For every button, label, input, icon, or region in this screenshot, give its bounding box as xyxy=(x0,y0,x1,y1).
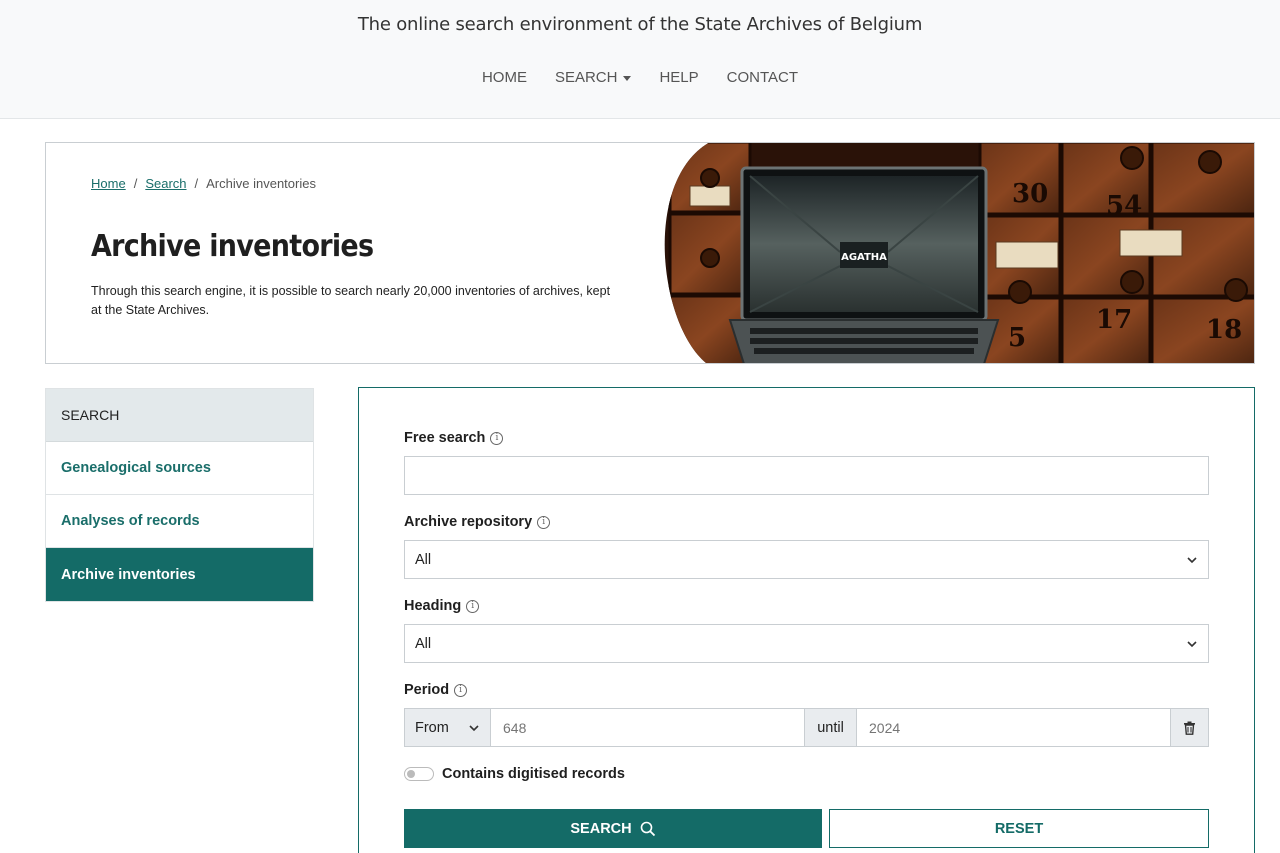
period-until-label: until xyxy=(804,709,857,746)
breadcrumb-search[interactable]: Search xyxy=(145,176,186,191)
svg-text:5: 5 xyxy=(1008,323,1026,353)
page-description: Through this search engine, it is possib… xyxy=(91,284,611,317)
hero-archive-image: 30 54 17 18 5 AGATHA xyxy=(664,143,1254,363)
breadcrumb: Home / Search / Archive inventories xyxy=(91,176,316,191)
free-search-label: Free search xyxy=(404,430,486,446)
site-title: The online search environment of the Sta… xyxy=(357,14,923,35)
nav-search-label: SEARCH xyxy=(554,69,618,86)
breadcrumb-separator: / xyxy=(194,176,199,191)
digitised-toggle-switch[interactable] xyxy=(404,767,434,781)
svg-text:30: 30 xyxy=(1012,179,1048,209)
caret-down-icon xyxy=(623,75,632,81)
search-icon xyxy=(640,821,655,836)
sidebar-item-genealogical-sources[interactable]: Genealogical sources xyxy=(46,442,313,495)
trash-icon xyxy=(1184,721,1195,735)
svg-text:54: 54 xyxy=(1106,191,1142,221)
repository-select[interactable]: All xyxy=(404,540,1209,579)
heading-label: Heading xyxy=(404,598,462,614)
nav-search[interactable]: SEARCH xyxy=(541,69,646,86)
hero-image-label: AGATHA xyxy=(841,252,887,263)
nav-home[interactable]: HOME xyxy=(468,69,541,86)
digitised-toggle-row: Contains digitised records xyxy=(404,766,625,782)
period-label: Period xyxy=(404,682,450,698)
period-from-input[interactable] xyxy=(491,709,804,746)
period-input-group: From until xyxy=(404,708,1209,747)
chevron-down-icon xyxy=(1187,640,1197,647)
svg-text:17: 17 xyxy=(1096,305,1132,335)
nav-contact[interactable]: CONTACT xyxy=(713,69,812,86)
free-search-label-row: Free search i xyxy=(404,430,504,446)
breadcrumb-current: Archive inventories xyxy=(206,176,316,191)
repository-selected-value: All xyxy=(415,551,432,568)
repository-label: Archive repository xyxy=(404,514,533,530)
page-title: Archive inventories xyxy=(91,229,374,264)
search-form-panel: Free search i Archive repository i All H… xyxy=(358,387,1255,853)
digitised-label: Contains digitised records xyxy=(442,766,625,782)
main-nav: HOME SEARCH HELP CONTACT xyxy=(0,69,1280,86)
breadcrumb-separator: / xyxy=(133,176,138,191)
hero-banner: Home / Search / Archive inventories Arch… xyxy=(45,142,1255,364)
sidebar: SEARCH Genealogical sources Analyses of … xyxy=(45,388,314,602)
breadcrumb-home[interactable]: Home xyxy=(91,176,126,191)
reset-button[interactable]: RESET xyxy=(829,809,1209,848)
repository-label-row: Archive repository i xyxy=(404,514,551,530)
search-button[interactable]: SEARCH xyxy=(404,809,822,848)
search-button-label: SEARCH xyxy=(570,820,632,837)
period-mode-select[interactable]: From xyxy=(405,709,491,746)
nav-help[interactable]: HELP xyxy=(645,69,712,86)
period-label-row: Period i xyxy=(404,682,468,698)
sidebar-item-analyses-of-records[interactable]: Analyses of records xyxy=(46,495,313,548)
info-icon[interactable]: i xyxy=(490,431,504,445)
sidebar-heading: SEARCH xyxy=(46,389,313,442)
chevron-down-icon xyxy=(1187,556,1197,563)
free-search-input[interactable] xyxy=(404,456,1209,495)
site-header: The online search environment of the Sta… xyxy=(0,0,1280,119)
clear-period-button[interactable] xyxy=(1170,709,1208,746)
info-icon[interactable]: i xyxy=(454,683,468,697)
period-until-input[interactable] xyxy=(857,709,1170,746)
info-icon[interactable]: i xyxy=(537,515,551,529)
svg-text:18: 18 xyxy=(1206,315,1242,345)
sidebar-item-archive-inventories[interactable]: Archive inventories xyxy=(46,548,313,601)
heading-label-row: Heading i xyxy=(404,598,480,614)
chevron-down-icon xyxy=(469,724,479,731)
period-mode-value: From xyxy=(415,719,449,736)
heading-selected-value: All xyxy=(415,635,432,652)
info-icon[interactable]: i xyxy=(466,599,480,613)
heading-select[interactable]: All xyxy=(404,624,1209,663)
